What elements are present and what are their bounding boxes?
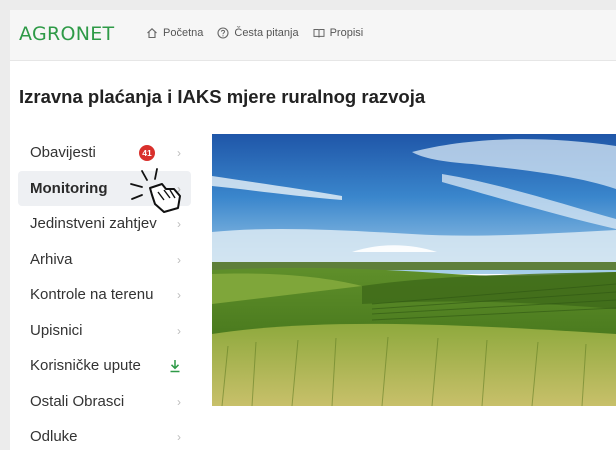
page-title: Izravna plaćanja i IAKS mjere ruralnog r… bbox=[19, 86, 426, 107]
hero-landscape-image bbox=[212, 134, 616, 406]
help-circle-icon bbox=[217, 27, 229, 39]
sidebar-item-label: Kontrole na terenu bbox=[30, 286, 154, 304]
agronet-logo[interactable]: AGRONET bbox=[19, 23, 114, 45]
chevron-right-icon: › bbox=[177, 430, 181, 444]
nav-faq-label: Česta pitanja bbox=[234, 27, 299, 39]
sidebar-item-obavijesti[interactable]: Obavijesti 41 › bbox=[18, 135, 191, 171]
download-icon[interactable] bbox=[169, 359, 181, 373]
chevron-right-icon: › bbox=[177, 394, 181, 409]
chevron-right-icon: › bbox=[177, 288, 181, 302]
sidebar-item-label: Arhiva bbox=[30, 250, 73, 268]
sidebar-item-label: Korisničke upute bbox=[30, 357, 141, 375]
sidebar-item-korisnicke-upute[interactable]: Korisničke upute bbox=[18, 348, 191, 384]
chevron-right-icon: › bbox=[177, 217, 181, 231]
sidebar-item-ostali-obrasci[interactable]: Ostali Obrasci › bbox=[18, 384, 191, 420]
main-nav: Početna Česta pitanja Propisi bbox=[146, 27, 363, 39]
sidebar-item-label: Ostali Obrasci bbox=[30, 392, 125, 410]
sidebar-item-label: Monitoring bbox=[30, 179, 108, 197]
sidebar-item-upisnici[interactable]: Upisnici › bbox=[18, 313, 191, 349]
sidebar-item-odluke[interactable]: Odluke › bbox=[18, 419, 191, 450]
nav-regulations-label: Propisi bbox=[329, 27, 364, 39]
nav-home[interactable]: Početna bbox=[146, 27, 203, 39]
nav-faq[interactable]: Česta pitanja bbox=[217, 27, 299, 39]
notification-badge: 41 bbox=[139, 145, 155, 161]
chevron-right-icon: › bbox=[177, 252, 181, 267]
hand-pointer-cursor-icon bbox=[130, 168, 181, 213]
sidebar-item-arhiva[interactable]: Arhiva › bbox=[18, 242, 191, 278]
chevron-right-icon: › bbox=[177, 323, 181, 338]
sidebar-item-label: Odluke bbox=[30, 428, 78, 446]
nav-home-label: Početna bbox=[163, 27, 204, 39]
chevron-right-icon: › bbox=[177, 146, 181, 160]
sidebar-item-label: Upisnici bbox=[30, 321, 83, 339]
page: AGRONET Početna Česta pitanja Propisi Iz… bbox=[10, 10, 616, 450]
sidebar-item-kontrole-na-terenu[interactable]: Kontrole na terenu › bbox=[18, 277, 191, 313]
sidebar-item-label: Jedinstveni zahtjev bbox=[30, 215, 157, 233]
nav-regulations[interactable]: Propisi bbox=[313, 27, 364, 39]
home-icon bbox=[147, 28, 157, 39]
top-navigation-bar: AGRONET Početna Česta pitanja Propisi bbox=[10, 10, 616, 61]
sidebar-item-label: Obavijesti bbox=[30, 144, 96, 162]
book-icon bbox=[313, 29, 325, 38]
